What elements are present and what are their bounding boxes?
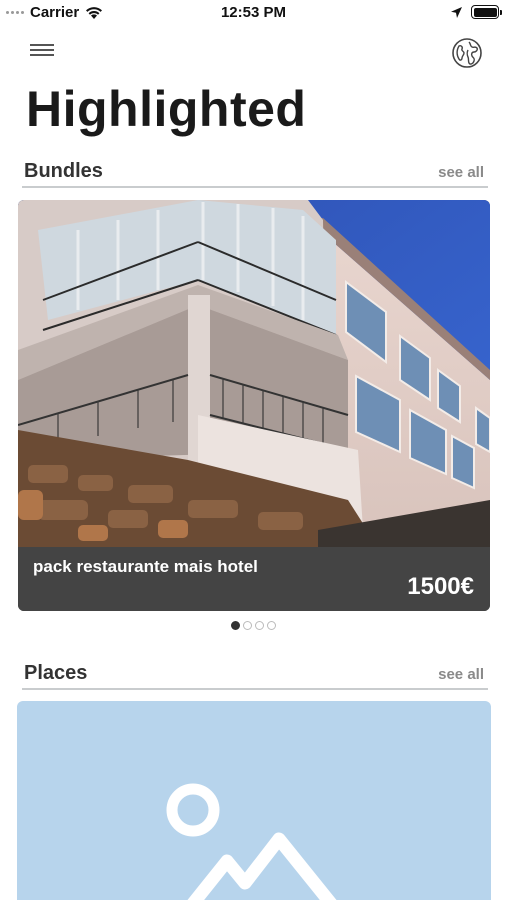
bundles-section-header: Bundles see all [22, 158, 488, 188]
bundle-price: 1500€ [407, 573, 474, 600]
hamburger-menu-icon[interactable] [30, 44, 56, 60]
image-placeholder-icon [166, 783, 337, 900]
places-section-title: Places [24, 662, 88, 684]
bundle-name: pack restaurante mais hotel [33, 557, 258, 576]
place-card[interactable] [17, 701, 491, 900]
status-bar: Carrier 12:53 PM [0, 0, 507, 26]
page-title: Highlighted [26, 81, 307, 137]
status-right [450, 5, 502, 19]
status-time: 12:53 PM [220, 4, 287, 21]
bundles-see-all-link[interactable]: see all [438, 164, 484, 181]
bundles-page-indicator[interactable] [0, 621, 507, 630]
location-arrow-icon [451, 6, 462, 18]
places-section-header: Places see all [22, 660, 488, 690]
places-see-all-link[interactable]: see all [438, 666, 484, 683]
page-dot[interactable] [267, 621, 276, 630]
page-dot[interactable] [243, 621, 252, 630]
page-dot[interactable] [255, 621, 264, 630]
battery-icon [471, 5, 502, 19]
globe-icon[interactable] [451, 37, 483, 69]
page-dot[interactable] [231, 621, 240, 630]
bundle-card[interactable]: pack restaurante mais hotel 1500€ [18, 200, 490, 611]
bundle-photo [18, 200, 490, 547]
bundle-card-footer: pack restaurante mais hotel 1500€ [18, 547, 490, 611]
bundles-section-title: Bundles [24, 160, 103, 182]
